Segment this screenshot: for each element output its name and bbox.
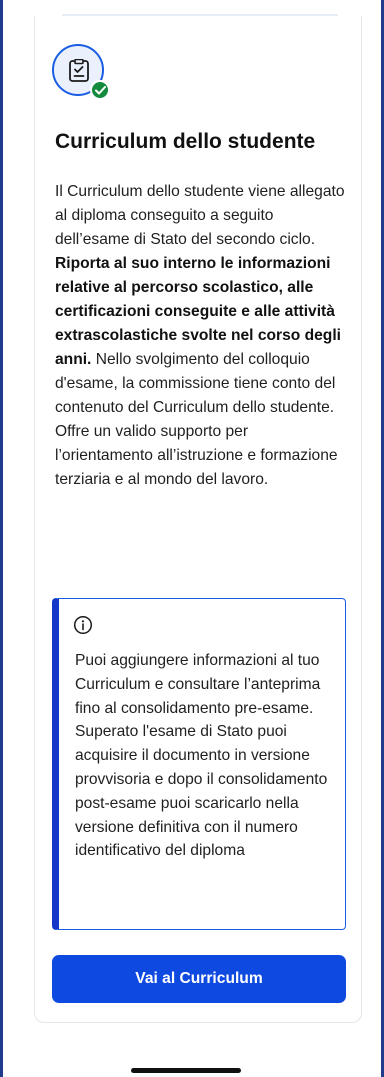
window-frame-left xyxy=(0,0,3,1077)
description-rest: Nello svolgimento del colloquio d'esame,… xyxy=(55,351,338,488)
curriculum-icon xyxy=(52,44,112,104)
section-description: Il Curriculum dello studente viene alleg… xyxy=(55,180,345,492)
callout-text: Puoi aggiungere informazioni al tuo Curr… xyxy=(75,652,328,860)
description-intro: Il Curriculum dello studente viene alleg… xyxy=(55,183,345,248)
go-to-curriculum-button[interactable]: Vai al Curriculum xyxy=(52,955,346,1003)
info-icon xyxy=(73,615,93,635)
check-badge-icon xyxy=(90,80,110,100)
section-title: Curriculum dello studente xyxy=(55,130,316,153)
home-indicator xyxy=(131,1068,241,1073)
info-callout: Puoi aggiungere informazioni al tuo Curr… xyxy=(52,598,346,930)
